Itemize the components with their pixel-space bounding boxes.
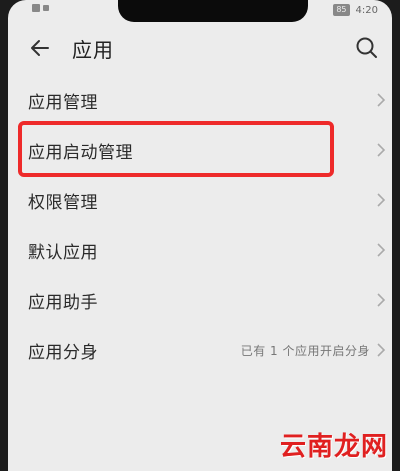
search-icon[interactable] [354, 35, 380, 61]
list-item-app-management[interactable]: 应用管理 [8, 75, 392, 125]
camera-notch [118, 0, 308, 22]
signal-indicators [32, 4, 49, 12]
chevron-right-icon [377, 93, 386, 107]
list-item-permission-management[interactable]: 权限管理 [8, 175, 392, 225]
chevron-right-icon [377, 343, 386, 357]
list-item-label: 应用管理 [28, 92, 98, 113]
list-item-value: 已有 1 个应用开启分身 [240, 343, 370, 358]
page-title: 应用 [72, 38, 114, 62]
screen: 85 4:20 应用 应用管理 应用启动管理 权限管理 默认应用 应用助手 应用… [8, 0, 392, 471]
chevron-right-icon [377, 293, 386, 307]
status-time: 4:20 [355, 4, 378, 16]
list-item-app-assistant[interactable]: 应用助手 [8, 275, 392, 325]
phone-frame: 85 4:20 应用 应用管理 应用启动管理 权限管理 默认应用 应用助手 应用… [0, 0, 400, 471]
chevron-right-icon [377, 143, 386, 157]
settings-list: 应用管理 应用启动管理 权限管理 默认应用 应用助手 应用分身 已有 1 个应用… [8, 75, 392, 375]
list-item-label: 权限管理 [28, 192, 98, 213]
battery-icon: 85 [333, 4, 350, 16]
app-bar: 应用 [8, 28, 392, 68]
list-item-label: 应用分身 [28, 342, 98, 363]
wifi-icon [43, 5, 49, 11]
highlight-box [18, 121, 334, 177]
signal-icon [32, 4, 40, 12]
site-watermark: 云南龙网 [279, 432, 388, 462]
chevron-right-icon [377, 193, 386, 207]
status-right: 85 4:20 [333, 4, 378, 16]
list-item-app-twin[interactable]: 应用分身 已有 1 个应用开启分身 [8, 325, 392, 375]
chevron-right-icon [377, 243, 386, 257]
list-item-default-apps[interactable]: 默认应用 [8, 225, 392, 275]
list-item-label: 默认应用 [28, 242, 98, 263]
back-arrow-icon[interactable] [28, 36, 52, 60]
list-item-label: 应用助手 [28, 292, 98, 313]
